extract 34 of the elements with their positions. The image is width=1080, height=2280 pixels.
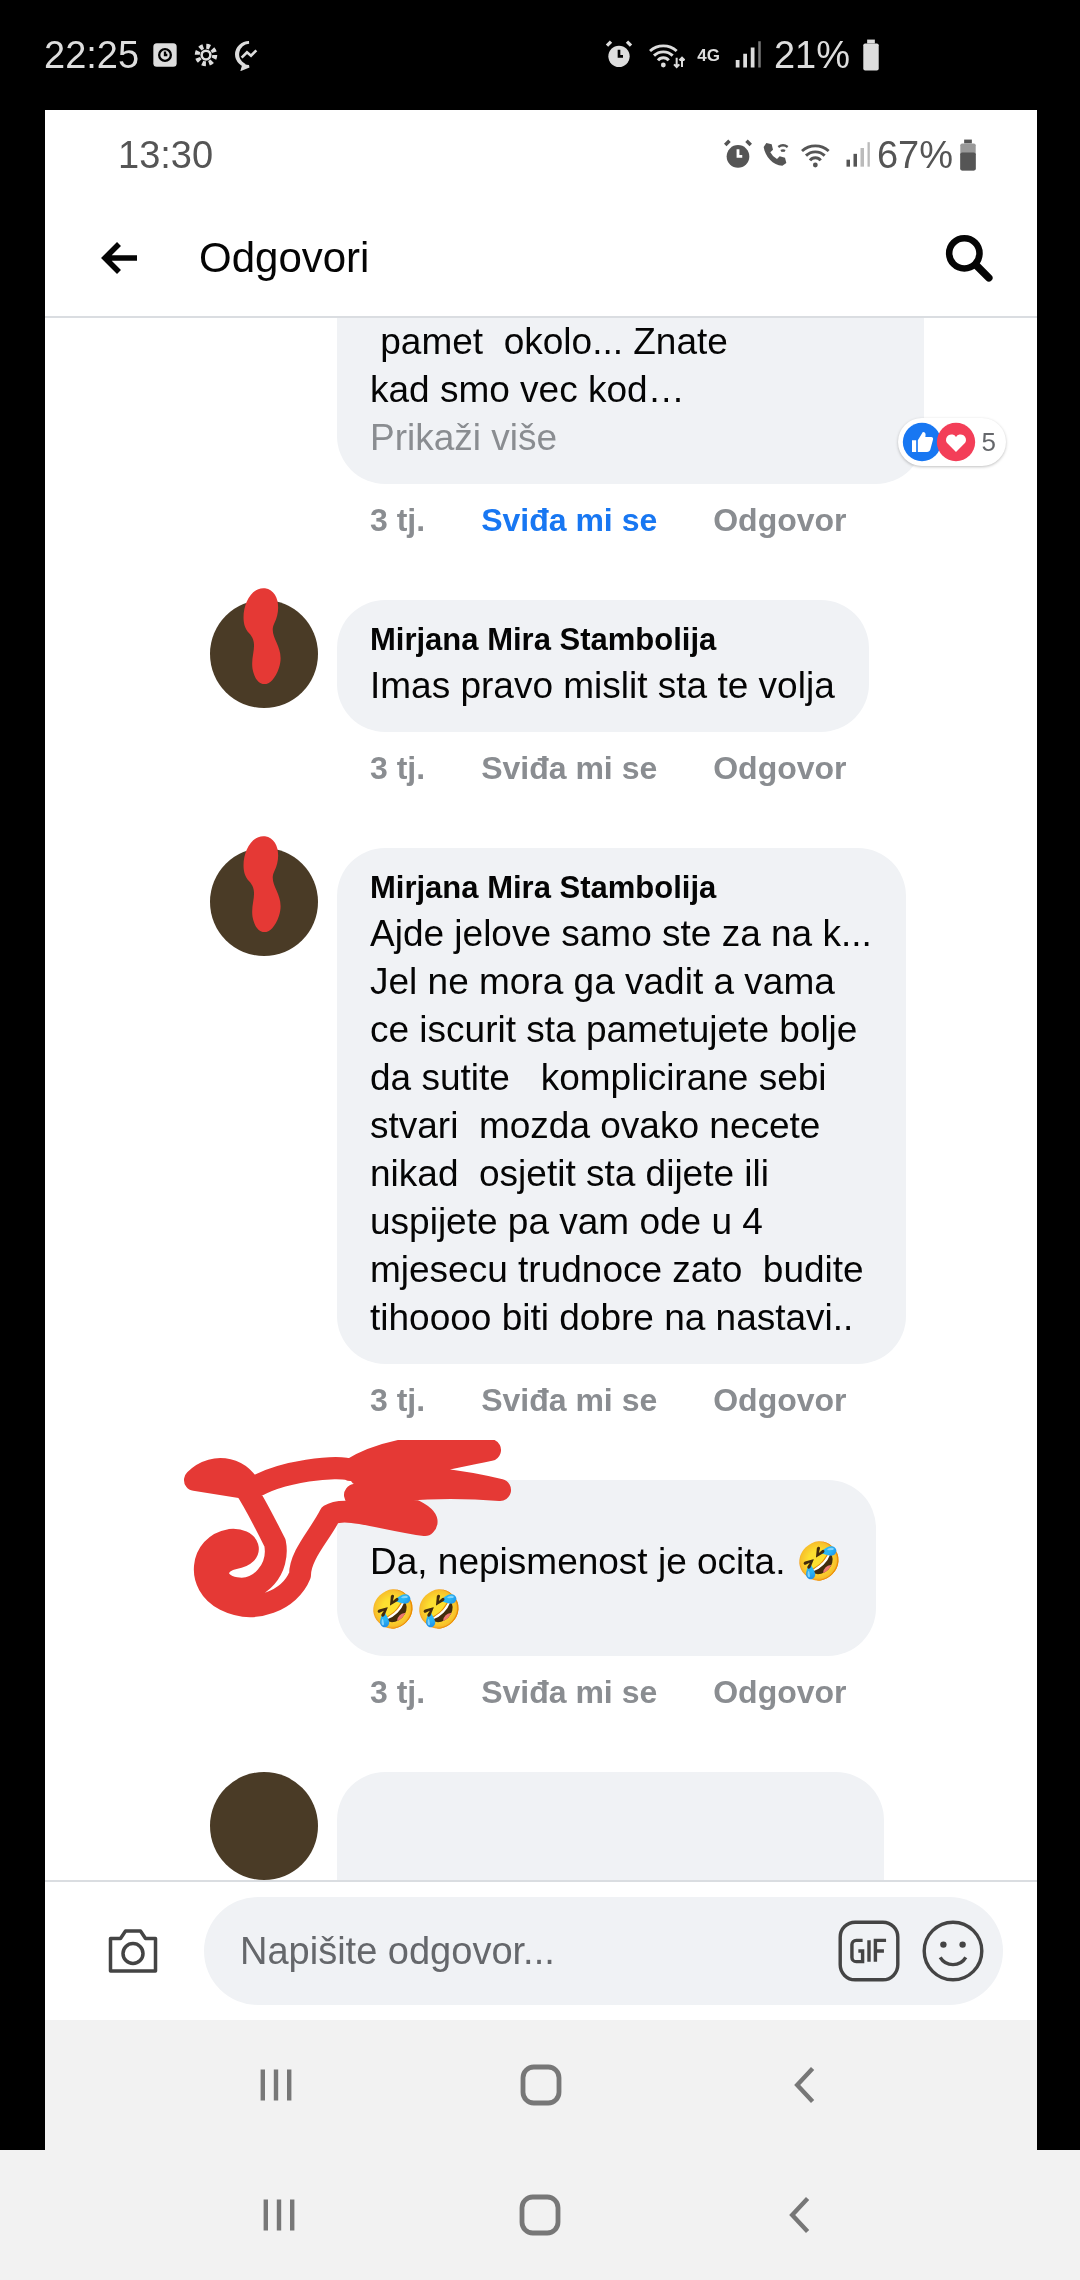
like-button[interactable]: Sviđa mi se bbox=[481, 1381, 658, 1419]
comment-author[interactable]: Mirjana Mira Stambolija bbox=[370, 618, 835, 662]
comment-text: pamet okolo... Znate kad smo vec kod… bbox=[370, 320, 729, 412]
smiley-icon[interactable] bbox=[921, 1919, 985, 1983]
comment-time: 3 tj. bbox=[370, 1673, 426, 1711]
comment-text: Da, nepismenost je ocita. 🤣 🤣🤣 bbox=[370, 1540, 842, 1632]
like-button[interactable]: Sviđa mi se bbox=[481, 501, 658, 539]
comment-text: Ajde jelove samo ste za na k... Jel ne mora ga vadit a vama ce iscurit sta pametujete bolje da sutite komplicirane sebi stvari mozda ovako necete nikad osjetit sta dijete ili uspijete pa vam ode u 4 mjesecu trudnoce zato budite tihoooo biti dobre na nastavi.. bbox=[370, 912, 872, 1340]
comment-time: 3 tj. bbox=[370, 501, 426, 539]
reply-button[interactable]: Odgovor bbox=[713, 1381, 847, 1419]
gif-icon[interactable] bbox=[837, 1919, 901, 1983]
reply-button[interactable]: Odgovor bbox=[713, 501, 847, 539]
reply-button[interactable]: Odgovor bbox=[713, 1673, 847, 1711]
comment-time: 3 tj. bbox=[370, 749, 426, 787]
battery-percentage: 67% bbox=[876, 133, 953, 177]
status-time: 22:25 bbox=[44, 33, 140, 77]
network-type-label: 4G bbox=[697, 46, 720, 64]
battery-percentage: 21% bbox=[773, 33, 850, 77]
reply-button[interactable]: Odgovor bbox=[713, 749, 847, 787]
thumbs-up-icon bbox=[901, 422, 942, 462]
reactions-badge[interactable]: 5 bbox=[897, 418, 1006, 466]
see-more-link[interactable]: Prikaži više bbox=[370, 414, 890, 462]
reply-input-field[interactable]: Napišite odgovor... bbox=[238, 1928, 817, 1974]
comment-author[interactable]: Mirjana Mira Stambolija bbox=[370, 866, 872, 910]
screenshot-icon bbox=[151, 41, 180, 69]
like-button[interactable]: Sviđa mi se bbox=[481, 749, 658, 787]
battery-icon bbox=[862, 39, 880, 71]
comment-text: Imas pravo mislit sta te volja bbox=[370, 664, 835, 708]
reply-field[interactable]: Napišite odgovor... bbox=[204, 1897, 1003, 2005]
battery-icon bbox=[959, 139, 977, 171]
like-button[interactable]: Sviđa mi se bbox=[481, 1673, 658, 1711]
status-time: 13:30 bbox=[118, 133, 214, 177]
comment-time: 3 tj. bbox=[370, 1381, 426, 1419]
page-title: Odgovori bbox=[199, 234, 370, 282]
